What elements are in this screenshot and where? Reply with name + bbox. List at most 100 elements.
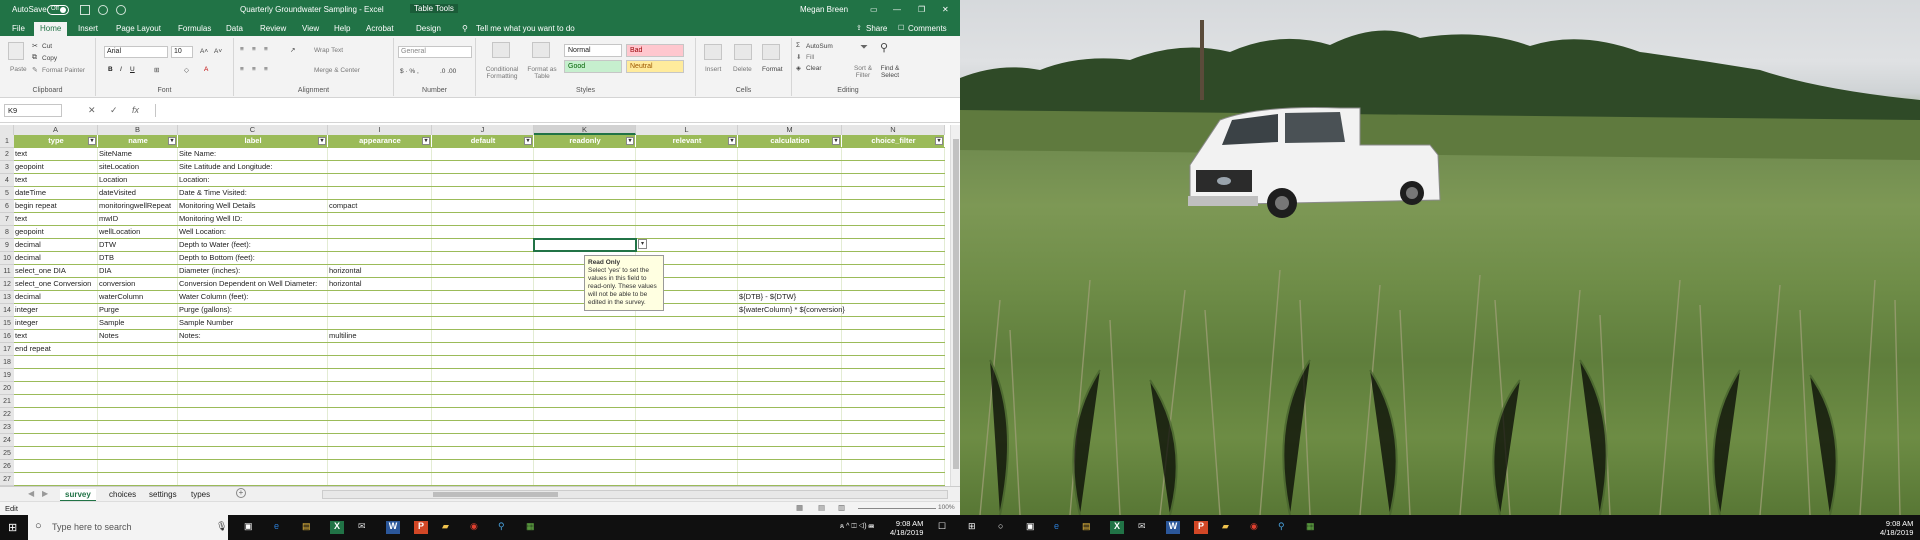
table-cell[interactable] [432,187,534,199]
table-cell[interactable] [98,382,178,394]
delete-cells-icon[interactable] [734,44,752,60]
table-cell[interactable] [534,330,636,342]
table-cell[interactable] [842,278,945,290]
scroll-left-icon[interactable]: ◀ [28,489,34,498]
middle-align-icon[interactable]: ≡ [252,46,256,53]
table-cell[interactable] [636,473,738,485]
filter-dropdown-icon[interactable]: ▾ [88,137,96,145]
table-cell[interactable] [636,434,738,446]
table-cell[interactable] [534,356,636,368]
table-cell[interactable] [636,174,738,186]
table-cell[interactable] [534,447,636,459]
table-cell[interactable] [328,148,432,160]
table-cell[interactable] [432,239,534,251]
normal-view-icon[interactable]: ▦ [796,503,803,512]
table-cell[interactable] [98,460,178,472]
store-icon[interactable]: ▤ [302,521,316,534]
table-cell[interactable] [738,213,842,225]
table-cell[interactable]: text [14,174,98,186]
row-header[interactable]: 3 [0,161,14,174]
table-cell[interactable] [636,369,738,381]
bottom-align-icon[interactable]: ≡ [264,46,268,53]
table-cell[interactable] [636,408,738,420]
row-header[interactable]: 21 [0,395,14,408]
row-header[interactable]: 8 [0,226,14,239]
format-as-table-icon[interactable] [532,42,550,58]
comments-button[interactable]: Comments [908,24,947,33]
page-layout-icon[interactable]: ▤ [818,503,825,512]
table-cell[interactable] [14,473,98,485]
table-cell[interactable] [842,434,945,446]
font-name-select[interactable]: Arial [104,46,168,58]
undo-icon[interactable] [98,5,108,15]
tab-acrobat[interactable]: Acrobat [366,24,394,33]
table-cell[interactable] [738,343,842,355]
conditional-formatting-button[interactable]: Conditional Formatting [478,66,526,80]
table-cell[interactable] [738,252,842,264]
table-cell[interactable] [842,408,945,420]
table-cell[interactable] [842,226,945,238]
table-cell[interactable] [534,343,636,355]
task-view-icon[interactable]: ▣ [244,521,258,534]
style-normal[interactable]: Normal [564,44,622,57]
style-bad[interactable]: Bad [626,44,684,57]
table-cell[interactable] [328,161,432,173]
table-cell[interactable]: Conversion Dependent on Well Diameter: [178,278,328,290]
table-cell[interactable] [842,382,945,394]
table-cell[interactable] [636,317,738,329]
table-cell[interactable] [534,460,636,472]
windows-start-icon[interactable]: ⊞ [8,521,17,534]
table-cell[interactable] [842,317,945,329]
close-icon[interactable]: ✕ [942,5,949,14]
table-cell[interactable] [98,473,178,485]
powerpoint-icon-right[interactable]: P [1194,521,1208,534]
table-cell[interactable] [178,447,328,459]
table-cell[interactable]: Date & Time Visited: [178,187,328,199]
table-cell[interactable] [738,278,842,290]
table-cell[interactable]: select_one Conversion [14,278,98,290]
table-cell[interactable] [738,460,842,472]
column-header-a[interactable]: A [14,125,98,135]
table-cell[interactable] [432,265,534,277]
table-cell[interactable] [14,408,98,420]
table-cell[interactable] [178,369,328,381]
format-painter-button[interactable]: Format Painter [42,67,85,74]
table-cell[interactable] [328,239,432,251]
table-cell[interactable]: dateVisited [98,187,178,199]
table-cell[interactable] [636,395,738,407]
table-cell[interactable] [636,460,738,472]
table-cell[interactable] [328,395,432,407]
file-explorer-icon[interactable]: ▰ [442,521,456,534]
row-header[interactable]: 20 [0,382,14,395]
name-box[interactable]: K9 [4,104,62,117]
table-cell[interactable]: Monitoring Well ID: [178,213,328,225]
table-cell[interactable] [738,356,842,368]
table-cell[interactable] [534,200,636,212]
table-cell[interactable] [636,447,738,459]
style-good[interactable]: Good [564,60,622,73]
cut-button[interactable]: Cut [42,43,52,50]
excel-icon-right[interactable]: X [1110,521,1124,534]
conditional-formatting-icon[interactable] [492,42,510,58]
table-cell[interactable] [534,382,636,394]
table-cell[interactable] [98,395,178,407]
page-break-icon[interactable]: ▥ [838,503,845,512]
table-cell[interactable] [432,421,534,433]
currency-icon[interactable]: $ · % , [400,68,419,75]
table-cell[interactable]: Purge [98,304,178,316]
sheet-tab-choices[interactable]: choices [104,489,141,500]
table-cell[interactable] [432,447,534,459]
filter-dropdown-icon[interactable]: ▾ [422,137,430,145]
row-header[interactable]: 13 [0,291,14,304]
align-center-icon[interactable]: ≡ [252,66,256,73]
table-cell[interactable] [738,265,842,277]
table-cell[interactable] [432,161,534,173]
tab-data[interactable]: Data [226,24,243,33]
table-cell[interactable] [432,304,534,316]
table-cell[interactable]: begin repeat [14,200,98,212]
table-cell[interactable] [534,408,636,420]
vertical-scrollbar[interactable] [950,125,960,486]
table-cell[interactable]: Sample [98,317,178,329]
table-cell[interactable]: Water Column (feet): [178,291,328,303]
table-cell[interactable] [432,330,534,342]
